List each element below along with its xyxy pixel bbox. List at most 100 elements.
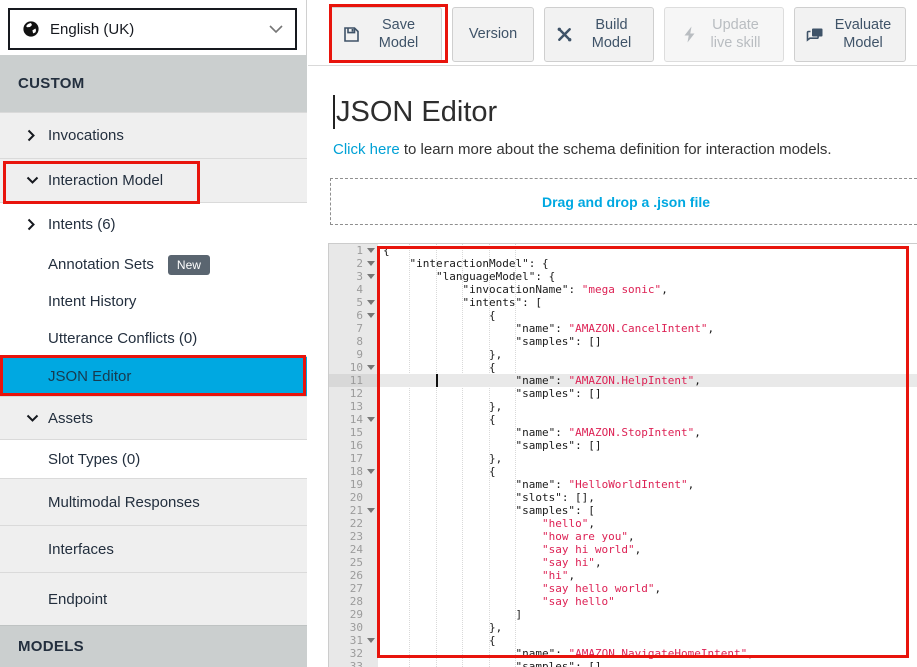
gutter-line-number: 20 — [329, 491, 378, 504]
gutter-line-number: 4 — [329, 283, 378, 296]
code-line-24: "say hi world", — [378, 543, 917, 556]
gutter-line-number: 24 — [329, 543, 378, 556]
gutter-line-number: 8 — [329, 335, 378, 348]
code-line-8: "samples": [] — [378, 335, 917, 348]
fold-arrow-icon[interactable] — [367, 469, 375, 474]
gutter-line-number: 17 — [329, 452, 378, 465]
gutter-line-number: 25 — [329, 556, 378, 569]
fold-arrow-icon[interactable] — [367, 365, 375, 370]
gutter-line-number: 9 — [329, 348, 378, 361]
fold-arrow-icon[interactable] — [367, 638, 375, 643]
lightning-icon — [682, 26, 697, 43]
sidebar-item-label: Assets — [0, 410, 93, 427]
gutter-line-number: 21 — [329, 504, 378, 517]
chevron-down-icon — [26, 413, 39, 424]
gutter-line-number: 22 — [329, 517, 378, 530]
text-caret — [333, 95, 335, 129]
sidebar-item-interfaces[interactable]: Interfaces — [0, 525, 307, 572]
code-line-9: }, — [378, 348, 917, 361]
code-line-14: { — [378, 413, 917, 426]
main-content: Save Model Version Build Model Update live … — [308, 0, 917, 667]
sidebar-item-assets[interactable]: Assets — [0, 396, 307, 439]
editor-text-cursor — [436, 374, 438, 387]
sidebar-item-endpoint[interactable]: Endpoint — [0, 572, 307, 625]
gutter-line-number: 26 — [329, 569, 378, 582]
code-line-6: { — [378, 309, 917, 322]
click-here-link[interactable]: Click here — [333, 141, 400, 158]
sidebar-item-json-editor[interactable]: JSON Editor — [0, 356, 307, 396]
fold-arrow-icon[interactable] — [367, 261, 375, 266]
sidebar-item-invocations[interactable]: Invocations — [0, 112, 307, 158]
globe-icon — [22, 20, 40, 38]
build-model-button[interactable]: Build Model — [544, 7, 654, 62]
json-code-editor[interactable]: 1234567891011121314151617181920212223242… — [328, 243, 917, 667]
editor-code-area[interactable]: { "interactionModel": { "languageModel":… — [378, 244, 917, 667]
version-button[interactable]: Version — [452, 7, 534, 62]
gutter-line-number: 5 — [329, 296, 378, 309]
sidebar-item-annotation-sets[interactable]: Annotation SetsNew — [0, 246, 307, 283]
sidebar-item-label: Endpoint — [0, 591, 107, 608]
gutter-line-number: 7 — [329, 322, 378, 335]
code-line-18: { — [378, 465, 917, 478]
code-line-16: "samples": [] — [378, 439, 917, 452]
fold-arrow-icon[interactable] — [367, 300, 375, 305]
gutter-line-number: 13 — [329, 400, 378, 413]
chat-icon — [806, 26, 824, 43]
editor-gutter: 1234567891011121314151617181920212223242… — [329, 244, 378, 667]
chevron-right-icon — [26, 129, 37, 142]
gutter-line-number: 19 — [329, 478, 378, 491]
fold-arrow-icon[interactable] — [367, 508, 375, 513]
build-icon — [556, 26, 573, 43]
sidebar-item-label: Interfaces — [0, 541, 114, 558]
gutter-line-number: 12 — [329, 387, 378, 400]
sidebar-item-intents[interactable]: Intents (6) — [0, 202, 307, 246]
gutter-line-number: 30 — [329, 621, 378, 634]
sidebar-item-multimodal-responses[interactable]: Multimodal Responses — [0, 478, 307, 525]
dropzone-label: Drag and drop a .json file — [542, 194, 710, 210]
sidebar-item-label: JSON Editor — [0, 368, 131, 385]
fold-arrow-icon[interactable] — [367, 417, 375, 422]
language-selector[interactable]: English (UK) — [8, 8, 297, 50]
code-line-21: "samples": [ — [378, 504, 917, 517]
gutter-line-number: 6 — [329, 309, 378, 322]
fold-arrow-icon[interactable] — [367, 313, 375, 318]
sidebar-item-slot-types[interactable]: Slot Types (0) — [0, 439, 307, 478]
sidebar-item-label: Annotation Sets — [0, 256, 154, 273]
gutter-line-number: 14 — [329, 413, 378, 426]
sidebar-item-utterance-conflicts[interactable]: Utterance Conflicts (0) — [0, 320, 307, 356]
save-model-button[interactable]: Save Model — [330, 7, 442, 62]
code-line-26: "hi", — [378, 569, 917, 582]
floppy-icon — [343, 26, 360, 43]
language-selector-label: English (UK) — [50, 21, 134, 38]
gutter-line-number: 31 — [329, 634, 378, 647]
gutter-line-number: 18 — [329, 465, 378, 478]
schema-help-rest: to learn more about the schema definitio… — [400, 141, 832, 158]
sidebar-item-label: Utterance Conflicts (0) — [0, 330, 197, 347]
sidebar: English (UK) CUSTOM InvocationsInteracti… — [0, 0, 307, 667]
sidebar-section-custom: CUSTOM — [0, 55, 307, 112]
code-line-28: "say hello" — [378, 595, 917, 608]
code-line-2: "interactionModel": { — [378, 257, 917, 270]
json-dropzone[interactable]: Drag and drop a .json file — [330, 178, 917, 225]
code-line-33: "samples": [] — [378, 660, 917, 667]
gutter-line-number: 10 — [329, 361, 378, 374]
code-line-12: "samples": [] — [378, 387, 917, 400]
fold-arrow-icon[interactable] — [367, 248, 375, 253]
fold-arrow-icon[interactable] — [367, 274, 375, 279]
code-line-10: { — [378, 361, 917, 374]
code-line-25: "say hi", — [378, 556, 917, 569]
evaluate-model-button[interactable]: Evaluate Model — [794, 7, 906, 62]
sidebar-section-models: MODELS — [0, 625, 307, 667]
code-line-15: "name": "AMAZON.StopIntent", — [378, 426, 917, 439]
update-live-skill-label: Update live skill — [705, 17, 767, 52]
code-line-13: }, — [378, 400, 917, 413]
gutter-line-number: 1 — [329, 244, 378, 257]
version-label: Version — [469, 26, 517, 43]
gutter-line-number: 28 — [329, 595, 378, 608]
sidebar-item-label: Multimodal Responses — [0, 494, 200, 511]
code-line-27: "say hello world", — [378, 582, 917, 595]
code-line-17: }, — [378, 452, 917, 465]
schema-help-text: Click here to learn more about the schem… — [333, 141, 832, 158]
sidebar-item-intent-history[interactable]: Intent History — [0, 283, 307, 320]
sidebar-item-interaction-model[interactable]: Interaction Model — [0, 158, 307, 202]
